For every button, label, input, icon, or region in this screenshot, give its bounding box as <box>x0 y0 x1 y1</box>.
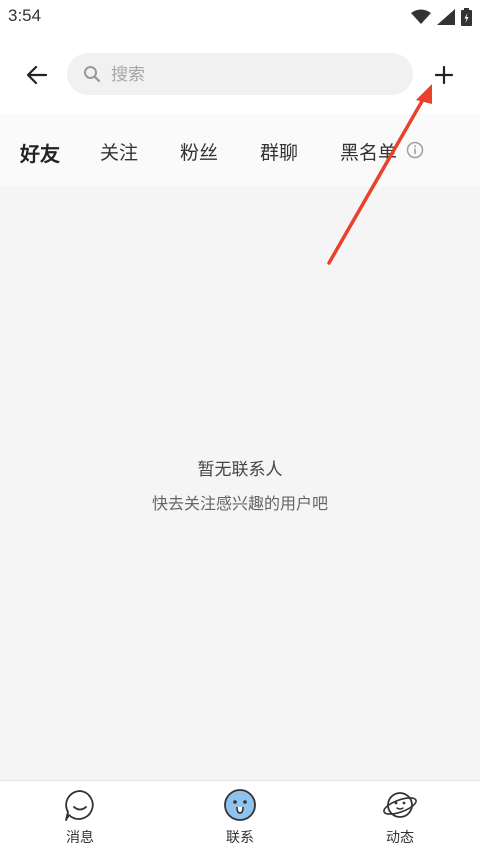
plus-icon <box>434 65 454 85</box>
back-arrow-icon <box>27 66 47 84</box>
contacts-face-icon <box>224 789 256 821</box>
tab-fans[interactable]: 粉丝 <box>180 138 218 165</box>
status-icons <box>411 8 472 26</box>
tab-friends[interactable]: 好友 <box>20 138 60 167</box>
search-icon <box>84 66 101 83</box>
header <box>0 34 480 114</box>
tab-bar: 好友 关注 粉丝 群聊 黑名单 <box>0 114 480 186</box>
chat-bubble-icon <box>65 790 94 821</box>
empty-state-subtitle: 快去关注感兴趣的用户吧 <box>151 494 328 513</box>
back-button[interactable] <box>22 60 52 90</box>
status-bar: 3:54 <box>0 0 480 34</box>
nav-item-feed[interactable]: 动态 <box>360 787 440 851</box>
battery-icon <box>461 8 472 26</box>
nav-label-messages: 消息 <box>66 830 94 846</box>
status-time: 3:54 <box>8 6 42 25</box>
nav-item-messages[interactable]: 消息 <box>40 787 120 851</box>
nav-label-feed: 动态 <box>386 830 414 846</box>
search-input[interactable] <box>109 53 393 97</box>
add-button[interactable] <box>430 61 458 89</box>
signal-icon <box>437 9 455 25</box>
wifi-icon <box>411 9 431 24</box>
tab-blacklist[interactable]: 黑名单 <box>340 138 397 165</box>
nav-item-contacts[interactable]: 联系 <box>200 787 280 851</box>
tab-groups[interactable]: 群聊 <box>260 138 298 165</box>
empty-state-title: 暂无联系人 <box>197 460 283 480</box>
bottom-nav: 消息 联系 动态 <box>0 780 480 854</box>
planet-icon <box>383 792 417 818</box>
tab-following[interactable]: 关注 <box>100 138 138 165</box>
nav-label-contacts: 联系 <box>226 830 254 846</box>
search-box[interactable] <box>67 53 413 97</box>
info-icon[interactable] <box>406 141 424 159</box>
